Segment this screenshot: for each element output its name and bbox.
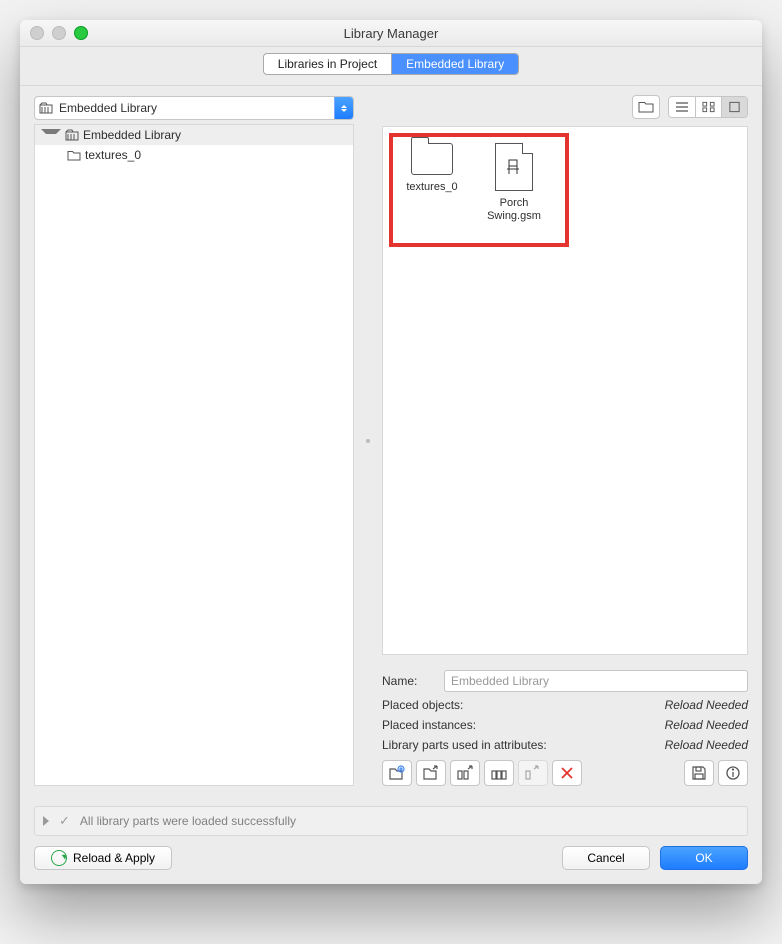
view-mode-segment <box>668 96 748 118</box>
tabs-row: Libraries in Project Embedded Library <box>20 47 762 86</box>
item-label: textures_0 <box>406 181 457 194</box>
objects-import-icon <box>456 765 474 781</box>
folder-plus-icon <box>638 101 654 113</box>
up-down-icon <box>334 97 353 119</box>
folder-icon <box>411 143 453 175</box>
status-bar[interactable]: ✓ All library parts were loaded successf… <box>34 806 748 836</box>
list-item[interactable]: PorchSwing.gsm <box>479 143 549 223</box>
view-large-icons-button[interactable] <box>721 97 747 117</box>
detail-row: Placed instances: Reload Needed <box>382 718 748 732</box>
library-popup[interactable]: Embedded Library <box>34 96 354 120</box>
window-title: Library Manager <box>20 26 762 41</box>
tree-row-root[interactable]: Embedded Library <box>35 125 353 145</box>
left-column: Embedded Library Embedded Library <box>34 96 354 786</box>
save-button[interactable] <box>684 760 714 786</box>
item-label: PorchSwing.gsm <box>487 197 541 223</box>
export-file-button[interactable] <box>416 760 446 786</box>
name-label: Name: <box>382 674 432 688</box>
floppy-icon <box>691 765 707 781</box>
disclosure-triangle-icon[interactable] <box>43 816 49 826</box>
right-toolbar <box>382 96 748 118</box>
content-area[interactable]: textures_0 <box>382 126 748 655</box>
tool-group-left <box>382 760 582 786</box>
tool-row <box>382 760 748 786</box>
tab-libraries-in-project[interactable]: Libraries in Project <box>264 54 391 74</box>
detail-row: Library parts used in attributes: Reload… <box>382 738 748 752</box>
library-icon <box>65 128 79 142</box>
library-manager-window: Library Manager Libraries in Project Emb… <box>20 20 762 884</box>
chair-icon <box>504 157 524 177</box>
view-list-button[interactable] <box>669 97 695 117</box>
cancel-button[interactable]: Cancel <box>562 846 650 870</box>
detail-value: Reload Needed <box>614 738 748 752</box>
x-icon <box>560 766 574 780</box>
objects-duplicate-icon <box>490 765 508 781</box>
list-item[interactable]: textures_0 <box>397 143 467 223</box>
close-window-button[interactable] <box>30 26 44 40</box>
body: Embedded Library Embedded Library <box>20 86 762 800</box>
import-file-icon <box>388 765 406 781</box>
import-objects-button[interactable] <box>450 760 480 786</box>
detail-value: Reload Needed <box>574 718 748 732</box>
reload-apply-label: Reload & Apply <box>73 851 155 865</box>
titlebar: Library Manager <box>20 20 762 47</box>
details-panel: Name: Placed objects: Reload Needed Plac… <box>382 663 748 752</box>
objects-export-icon <box>524 765 542 781</box>
disclosure-triangle-icon[interactable] <box>41 129 61 144</box>
minimize-window-button[interactable] <box>52 26 66 40</box>
library-tree[interactable]: Embedded Library textures_0 <box>34 124 354 786</box>
tab-embedded-library[interactable]: Embedded Library <box>391 54 518 74</box>
status-message: All library parts were loaded successful… <box>80 814 296 828</box>
gsm-file-icon <box>495 143 533 191</box>
new-folder-button[interactable] <box>632 95 660 119</box>
view-small-icons-button[interactable] <box>695 97 721 117</box>
zoom-window-button[interactable] <box>74 26 88 40</box>
small-grid-icon <box>702 101 715 113</box>
reload-apply-button[interactable]: Reload & Apply <box>34 846 172 870</box>
delete-button[interactable] <box>552 760 582 786</box>
detail-row: Placed objects: Reload Needed <box>382 698 748 712</box>
info-icon <box>725 765 741 781</box>
checkmark-icon: ✓ <box>59 813 70 829</box>
list-icon <box>675 101 689 113</box>
detail-label: Library parts used in attributes: <box>382 738 602 752</box>
library-popup-label: Embedded Library <box>57 101 334 115</box>
duplicate-objects-button[interactable] <box>484 760 514 786</box>
export-objects-button[interactable] <box>518 760 548 786</box>
import-file-button[interactable] <box>382 760 412 786</box>
large-grid-icon <box>728 101 741 113</box>
footer: Reload & Apply Cancel OK <box>20 836 762 884</box>
item-grid: textures_0 <box>383 127 747 239</box>
splitter[interactable] <box>366 96 370 786</box>
reload-icon <box>51 850 67 866</box>
info-button[interactable] <box>718 760 748 786</box>
traffic-lights <box>30 26 88 40</box>
tree-row-child[interactable]: textures_0 <box>35 145 353 165</box>
right-column: textures_0 <box>382 96 748 786</box>
work-area: Embedded Library Embedded Library <box>34 96 748 786</box>
library-icon <box>35 102 57 114</box>
detail-value: Reload Needed <box>574 698 748 712</box>
tool-group-right <box>684 760 748 786</box>
detail-row-name: Name: <box>382 670 748 692</box>
folder-icon <box>67 148 81 162</box>
tree-row-label: textures_0 <box>85 148 141 162</box>
tree-row-label: Embedded Library <box>83 128 181 142</box>
library-tabs: Libraries in Project Embedded Library <box>263 53 519 75</box>
ok-button[interactable]: OK <box>660 846 748 870</box>
name-field[interactable] <box>444 670 748 692</box>
detail-label: Placed objects: <box>382 698 562 712</box>
detail-label: Placed instances: <box>382 718 562 732</box>
export-file-icon <box>422 765 440 781</box>
